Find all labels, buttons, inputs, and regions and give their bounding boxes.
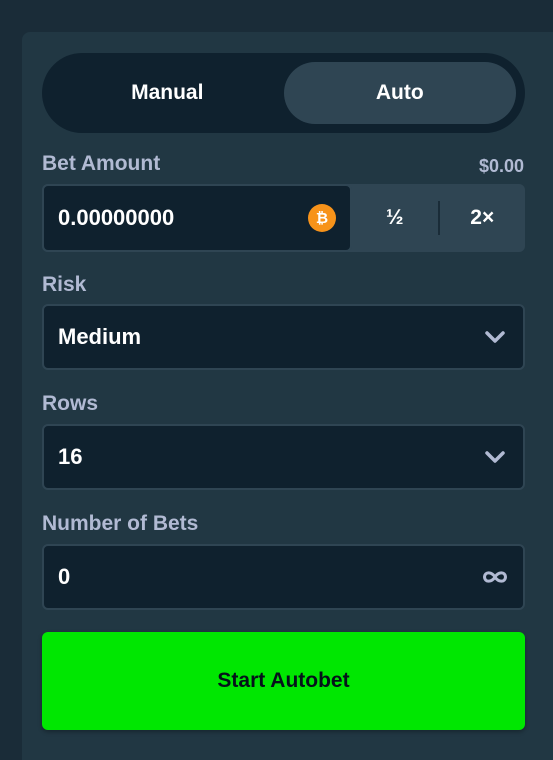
chevron-down-icon bbox=[481, 323, 509, 351]
bet-usd-value: $0.00 bbox=[478, 156, 524, 176]
bet-mode-toggle: Manual Auto bbox=[42, 53, 525, 133]
tab-manual[interactable]: Manual bbox=[51, 62, 284, 124]
start-autobet-button[interactable]: Start Autobet bbox=[42, 632, 525, 730]
bet-amount-label: Bet Amount bbox=[42, 152, 161, 175]
rows-label: Rows bbox=[42, 392, 99, 415]
infinity-icon[interactable] bbox=[481, 563, 509, 591]
rows-select[interactable]: 16 bbox=[42, 424, 525, 490]
risk-label: Risk bbox=[42, 273, 87, 296]
rows-value: 16 bbox=[58, 444, 83, 469]
risk-select[interactable]: Medium bbox=[42, 304, 525, 370]
half-bet-button[interactable]: ½ bbox=[352, 184, 438, 252]
number-of-bets-input[interactable]: 0 bbox=[42, 544, 525, 610]
risk-value: Medium bbox=[58, 324, 142, 349]
tab-auto[interactable]: Auto bbox=[283, 62, 516, 124]
double-bet-button[interactable]: 2× bbox=[440, 184, 526, 252]
number-of-bets-value: 0 bbox=[58, 564, 71, 589]
bet-amount-input[interactable]: 0.00000000 ₿ bbox=[42, 184, 352, 252]
bitcoin-icon: ₿ bbox=[308, 204, 336, 232]
bet-amount-value: 0.00000000 bbox=[58, 205, 175, 230]
chevron-down-icon bbox=[481, 443, 509, 471]
bet-amount-row: 0.00000000 ₿ ½ 2× bbox=[42, 184, 525, 252]
number-of-bets-label: Number of Bets bbox=[42, 512, 199, 535]
autobet-panel: Manual Auto Bet Amount $0.00 0.00000000 … bbox=[22, 32, 553, 760]
